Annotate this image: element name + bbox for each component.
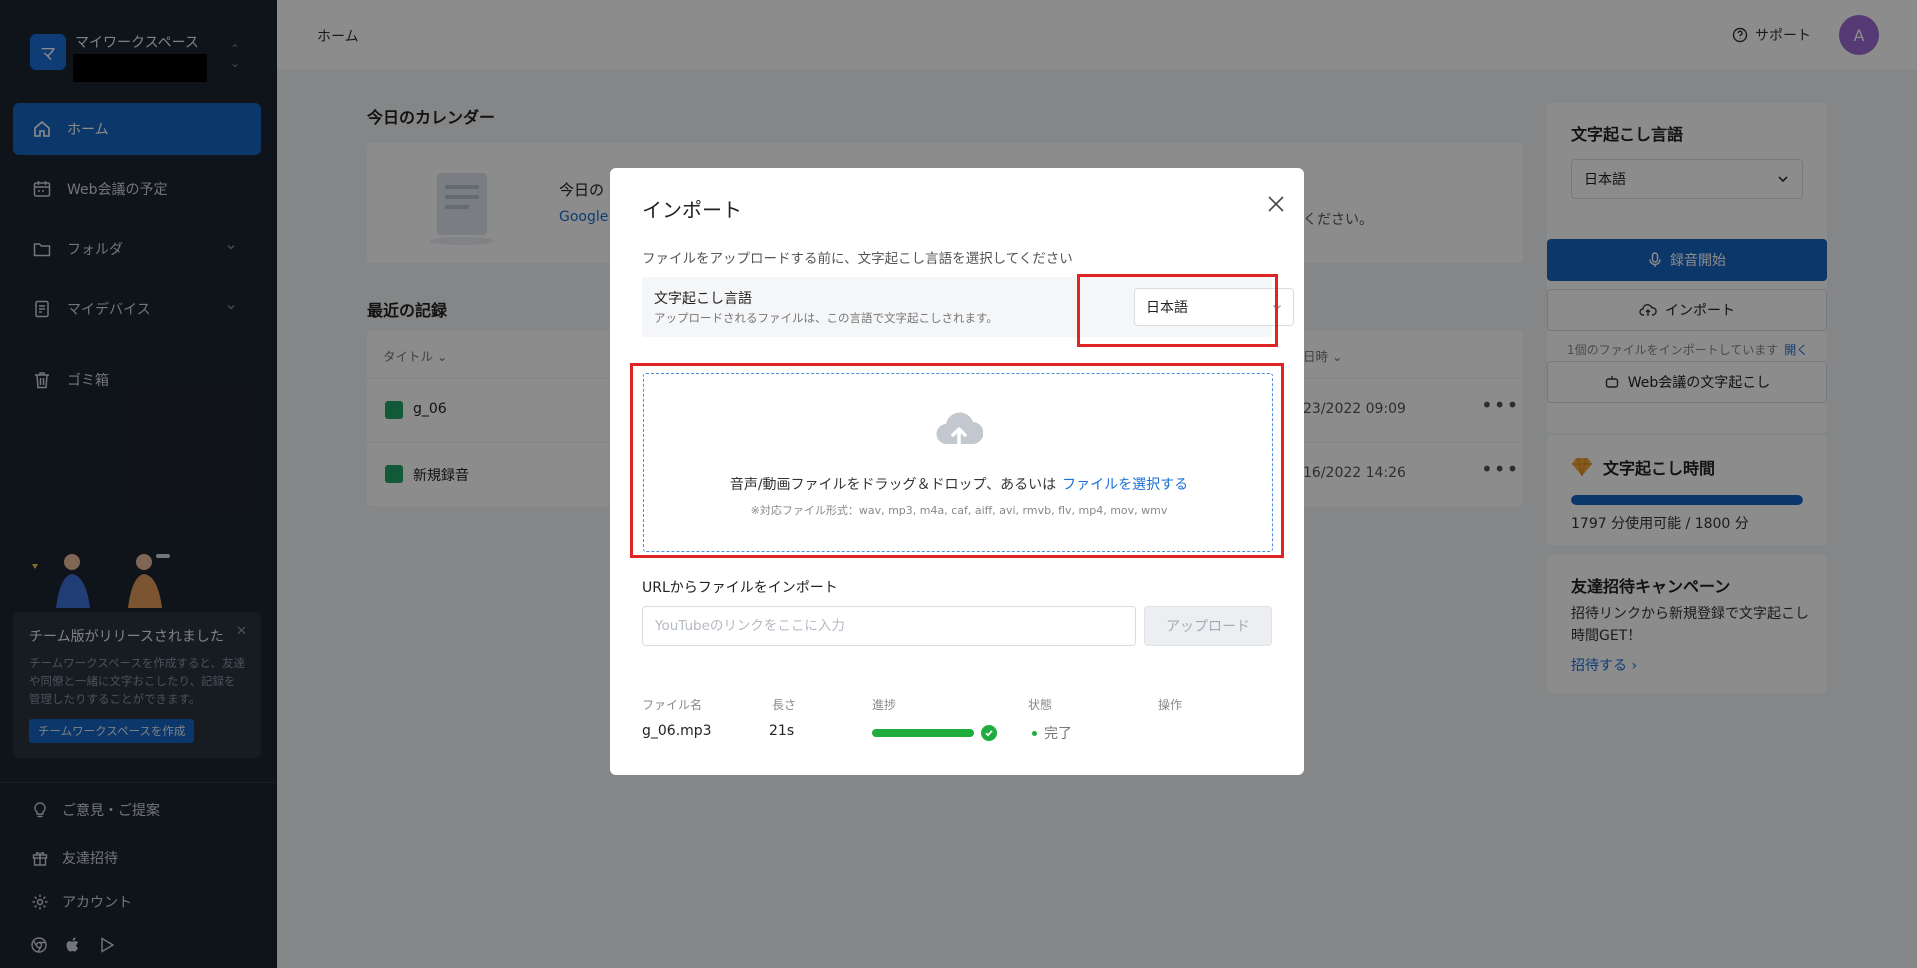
language-description: アップロードされるファイルは、この言語で文字起こしされます。 [654, 311, 998, 325]
highlight-language-select [1077, 274, 1278, 347]
header-action: 操作 [1158, 698, 1183, 712]
header-status: 状態 [1028, 698, 1053, 712]
file-name: g_06.mp3 [642, 723, 712, 739]
dialog-subtitle: ファイルをアップロードする前に、文字起こし言語を選択してください [642, 251, 1073, 267]
youtube-url-input[interactable] [642, 606, 1136, 646]
header-file-name: ファイル名 [642, 698, 703, 712]
file-progress-fill [872, 729, 974, 737]
url-import-title: URLからファイルをインポート [642, 580, 838, 596]
file-progress-bar [872, 729, 974, 737]
file-status: 完了 [1032, 723, 1072, 743]
header-length: 長さ [772, 698, 797, 712]
check-icon [981, 725, 997, 741]
highlight-drop-zone [630, 363, 1284, 558]
upload-button[interactable]: アップロード [1144, 606, 1272, 646]
status-label: 完了 [1044, 726, 1072, 742]
header-progress: 進捗 [872, 698, 897, 712]
status-dot [1032, 730, 1037, 736]
language-label: 文字起こし言語 [654, 291, 752, 307]
dialog-title: インポート [642, 198, 742, 222]
import-dialog: インポート ファイルをアップロードする前に、文字起こし言語を選択してください 文… [610, 168, 1304, 775]
file-length: 21s [769, 723, 795, 739]
close-icon[interactable] [1266, 194, 1286, 214]
